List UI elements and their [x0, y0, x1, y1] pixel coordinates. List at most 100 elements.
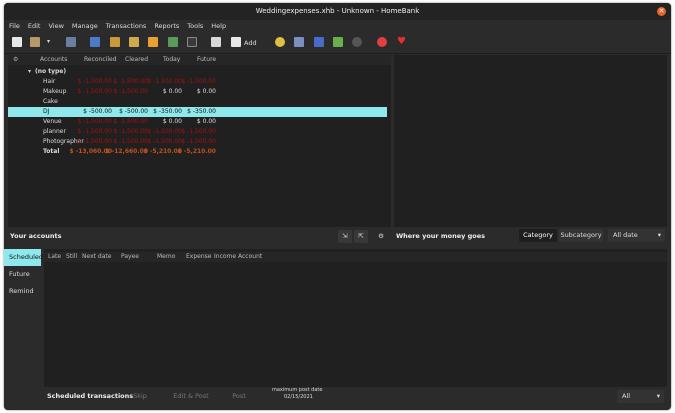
chevron-down-icon: ▾ — [656, 392, 660, 400]
reconciled-value: $ -1,500.00 — [77, 88, 112, 95]
expand-all-icon[interactable]: ⇲ — [338, 230, 352, 243]
schedule-filter-select[interactable]: All ▾ — [617, 390, 664, 403]
account-name: Venue — [43, 118, 62, 125]
close-icon[interactable]: ✕ — [657, 7, 666, 16]
today-value: $ -1,500.00 — [147, 138, 182, 145]
menu-edit[interactable]: Edit — [24, 20, 45, 32]
future-value: $ -1,500.00 — [181, 128, 216, 135]
account-row[interactable]: Photographer $ -1,500.00 $ -1,500.00 $ -… — [8, 137, 387, 147]
settings-gear-icon[interactable]: ⚙ — [13, 55, 18, 65]
tab-category[interactable]: Category — [519, 229, 557, 242]
scheduled-header: Late Still Next date Payee Memo Expense … — [44, 252, 667, 262]
account-row[interactable]: Venue $ -1,500.00 $ -1,500.00 $ 0.00 $ 0… — [8, 117, 387, 127]
sidebar-item-future[interactable]: Future — [4, 266, 41, 283]
total-row: Total $ -13,060.00 $ -12,660.00 $ -5,210… — [8, 147, 387, 157]
account-row[interactable]: Makeup $ -1,500.00 $ -1,500.00 $ 0.00 $ … — [8, 87, 387, 97]
menu-manage[interactable]: Manage — [68, 20, 102, 32]
col-future[interactable]: Future — [197, 55, 216, 65]
total-future: $ -5,210.00 — [177, 148, 216, 155]
balance-icon[interactable] — [314, 37, 324, 47]
sidebar-item-scheduled[interactable]: Scheduled — [4, 249, 43, 266]
date-range-select[interactable]: All date ▾ — [608, 229, 665, 242]
cleared-value: $ -1,500.00 — [113, 138, 148, 145]
col-still[interactable]: Still — [66, 252, 77, 262]
col-today[interactable]: Today — [163, 55, 180, 65]
edit-post-button[interactable]: Edit & Post — [166, 390, 216, 403]
today-value: $ -350.00 — [153, 108, 182, 115]
account-row[interactable]: Hair $ -1,500.00 $ -1,500.00 $ -1,500.00… — [8, 77, 387, 87]
today-value: $ 0.00 — [162, 88, 182, 95]
col-late[interactable]: Late — [48, 252, 61, 262]
cleared-value: $ -500.00 — [119, 108, 148, 115]
account-row[interactable]: planner $ -1,500.00 $ -1,500.00 $ -1,500… — [8, 127, 387, 137]
archive-icon[interactable] — [168, 37, 178, 47]
collapse-all-icon[interactable]: ⇱ — [354, 230, 368, 243]
col-account[interactable]: Account — [238, 252, 262, 262]
assign-icon[interactable] — [187, 37, 197, 47]
account-row-selected[interactable]: DJ $ -500.00 $ -500.00 $ -350.00 $ -350.… — [8, 107, 387, 117]
payees-icon[interactable] — [110, 37, 120, 47]
col-income[interactable]: Income — [214, 252, 236, 262]
sidebar-item-remind[interactable]: Remind — [4, 283, 41, 300]
add-label[interactable]: Add — [244, 39, 257, 47]
menu-file[interactable]: File — [4, 20, 24, 32]
menu-bar: File Edit View Manage Transactions Reports Too… — [4, 20, 671, 32]
max-post-date[interactable]: 02/15/2021 — [284, 394, 313, 401]
categories-icon[interactable] — [129, 37, 139, 47]
future-value: $ 0.00 — [196, 88, 216, 95]
group-row[interactable]: ▾ (no type) — [8, 67, 387, 77]
cleared-value: $ -1,500.00 — [113, 118, 148, 125]
vehicle-icon[interactable] — [352, 37, 362, 47]
future-value: $ -1,500.00 — [181, 138, 216, 145]
menu-tools[interactable]: Tools — [183, 20, 207, 32]
account-name: Hair — [43, 78, 56, 85]
col-memo[interactable]: Memo — [157, 252, 175, 262]
menu-help[interactable]: Help — [207, 20, 230, 32]
budget-icon[interactable] — [148, 37, 158, 47]
reconciled-value: $ -500.00 — [83, 108, 112, 115]
menu-transactions[interactable]: Transactions — [102, 20, 151, 32]
add-transaction-icon[interactable] — [231, 37, 241, 47]
col-accounts[interactable]: Accounts — [40, 55, 67, 65]
menu-view[interactable]: View — [44, 20, 67, 32]
title-bar: Weddingexpenses.xhb - Unknown - HomeBank… — [4, 3, 671, 20]
col-next-date[interactable]: Next date — [82, 252, 111, 262]
account-name: Cake — [43, 98, 58, 105]
gear-icon[interactable]: ⚙ — [375, 230, 387, 243]
accounts-icon[interactable] — [90, 37, 100, 47]
tab-subcategory[interactable]: Subcategory — [559, 229, 603, 242]
save-icon[interactable] — [66, 37, 76, 47]
accounts-pane: ⚙ Accounts Reconciled Cleared Today Futu… — [8, 55, 391, 227]
trend-icon[interactable] — [294, 37, 304, 47]
scheduled-sidebar: Scheduled Future Remind — [4, 249, 44, 410]
your-accounts-label: Your accounts — [10, 232, 62, 240]
open-dropdown-icon[interactable]: ▾ — [47, 39, 53, 45]
scheduled-list: Late Still Next date Payee Memo Expense … — [44, 249, 667, 387]
show-transactions-icon[interactable] — [211, 37, 221, 47]
open-file-icon[interactable] — [30, 37, 40, 47]
col-expense[interactable]: Expense — [186, 252, 211, 262]
col-payee[interactable]: Payee — [121, 252, 139, 262]
col-cleared[interactable]: Cleared — [125, 55, 148, 65]
cleared-value: $ -1,500.00 — [113, 88, 148, 95]
expander-icon[interactable]: ▾ — [28, 67, 31, 77]
help-icon[interactable] — [377, 37, 387, 47]
new-file-icon[interactable] — [12, 37, 22, 47]
money-footer: Where your money goes Category Subcatego… — [394, 227, 667, 245]
window-title: Weddingexpenses.xhb - Unknown - HomeBank — [255, 7, 420, 15]
toolbar: ▾ Add ♥ — [4, 32, 671, 54]
reconciled-value: $ -1,500.00 — [77, 128, 112, 135]
skip-button[interactable]: Skip — [119, 390, 161, 403]
donate-icon[interactable]: ♥ — [397, 37, 407, 47]
col-reconciled[interactable]: Reconciled — [84, 55, 117, 65]
menu-reports[interactable]: Reports — [150, 20, 183, 32]
account-name: planner — [43, 128, 66, 135]
app-window: Weddingexpenses.xhb - Unknown - HomeBank… — [4, 3, 671, 410]
budget-report-icon[interactable] — [333, 37, 343, 47]
scheduled-footer: Scheduled transactions Skip Edit & Post … — [44, 387, 667, 406]
post-button[interactable]: Post — [220, 390, 258, 403]
account-row[interactable]: Cake — [8, 97, 387, 107]
statistics-icon[interactable] — [275, 37, 285, 47]
filter-value: All — [622, 392, 631, 400]
total-today: $ -5,210.00 — [143, 148, 182, 155]
